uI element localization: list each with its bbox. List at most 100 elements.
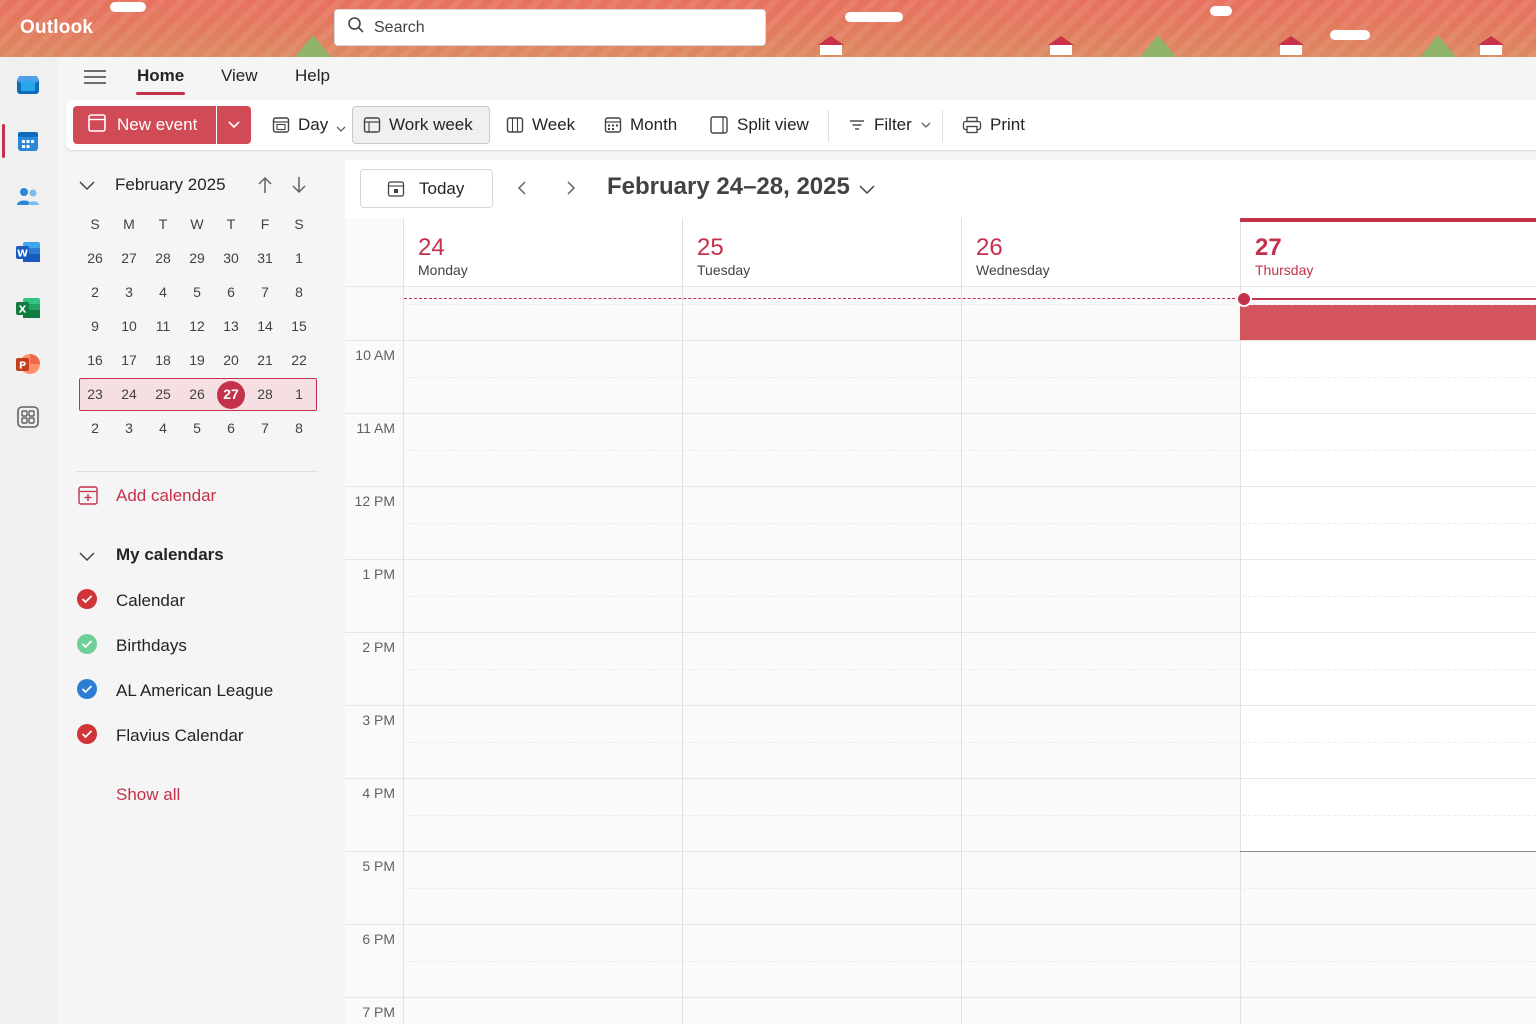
calendar-item-label[interactable]: Calendar — [116, 591, 185, 611]
mini-calendar-day[interactable]: 2 — [80, 415, 110, 441]
tab-help[interactable]: Help — [295, 66, 330, 86]
mini-calendar-day[interactable]: 12 — [182, 313, 212, 339]
mini-calendar-day[interactable]: 15 — [284, 313, 314, 339]
hour-gridline — [345, 705, 1536, 706]
calendar-checkbox[interactable] — [77, 589, 97, 609]
day-view-button[interactable]: Day — [262, 106, 338, 144]
checkmark-icon — [81, 595, 93, 604]
new-event-button[interactable]: New event — [73, 106, 216, 144]
month-view-button[interactable]: Month — [594, 106, 687, 144]
birthdays-checkbox[interactable] — [77, 634, 97, 654]
new-event-dropdown[interactable] — [217, 106, 251, 144]
mini-calendar-day[interactable]: 21 — [250, 347, 280, 373]
mini-calendar-day[interactable]: 11 — [148, 313, 178, 339]
mini-calendar-day[interactable]: 16 — [80, 347, 110, 373]
date-range-title[interactable]: February 24–28, 2025 — [607, 173, 850, 201]
next-week-chevron-icon[interactable] — [561, 178, 581, 198]
time-label: 10 AM — [355, 347, 395, 363]
day-header-thursday[interactable]: 27 Thursday — [1240, 218, 1536, 286]
mini-calendar-day[interactable]: 30 — [216, 245, 246, 271]
mini-calendar-day[interactable]: 19 — [182, 347, 212, 373]
mini-calendar-day[interactable]: 31 — [250, 245, 280, 271]
mini-calendar-day[interactable]: 28 — [148, 245, 178, 271]
work-week-view-button[interactable]: Work week — [352, 106, 490, 144]
mini-calendar-day[interactable]: 4 — [148, 279, 178, 305]
search-placeholder: Search — [374, 18, 425, 36]
mini-calendar-day[interactable]: 18 — [148, 347, 178, 373]
mini-calendar-day[interactable]: 13 — [216, 313, 246, 339]
mini-calendar-day[interactable]: 9 — [80, 313, 110, 339]
previous-week-chevron-icon[interactable] — [512, 178, 532, 198]
today-label: Today — [419, 178, 465, 198]
excel-app-icon[interactable]: X — [14, 294, 42, 322]
people-app-icon[interactable] — [14, 183, 42, 211]
calendar-event[interactable] — [1240, 305, 1536, 340]
header-decoration — [1478, 36, 1504, 55]
mini-calendar-day[interactable]: 6 — [216, 279, 246, 305]
mail-app-icon[interactable] — [14, 70, 42, 98]
previous-month-arrow-icon[interactable] — [257, 175, 273, 200]
mini-calendar-day[interactable]: 22 — [284, 347, 314, 373]
flavius-calendar-checkbox[interactable] — [77, 724, 97, 744]
mini-calendar-day[interactable]: 3 — [114, 279, 144, 305]
mini-calendar-day[interactable]: 5 — [182, 415, 212, 441]
birthdays-item-label[interactable]: Birthdays — [116, 636, 187, 656]
mini-calendar-day[interactable]: 5 — [182, 279, 212, 305]
mini-calendar-day[interactable]: 1 — [284, 245, 314, 271]
tab-view[interactable]: View — [221, 66, 258, 86]
mini-calendar-day[interactable]: 4 — [148, 415, 178, 441]
split-view-button[interactable]: Split view — [699, 106, 819, 144]
add-calendar-link[interactable]: Add calendar — [116, 486, 216, 506]
day-header-tuesday[interactable]: 25 Tuesday — [682, 218, 961, 286]
powerpoint-app-icon[interactable]: P — [14, 350, 42, 378]
mini-calendar-day[interactable]: 6 — [216, 415, 246, 441]
mini-calendar-today[interactable]: 27 — [216, 381, 246, 407]
mini-calendar-day[interactable]: 10 — [114, 313, 144, 339]
al-american-league-item-label[interactable]: AL American League — [116, 681, 273, 701]
mini-calendar-day[interactable]: 20 — [216, 347, 246, 373]
mini-calendar-title[interactable]: February 2025 — [115, 175, 226, 195]
filter-button[interactable]: Filter — [838, 106, 942, 144]
add-calendar-icon[interactable] — [77, 484, 99, 511]
mini-calendar-day[interactable]: 29 — [182, 245, 212, 271]
mini-calendar-day[interactable]: 26 — [182, 381, 212, 407]
mini-calendar-day[interactable]: 8 — [284, 279, 314, 305]
more-apps-icon[interactable] — [14, 403, 42, 431]
hamburger-menu-icon[interactable] — [83, 66, 107, 88]
header-decoration — [1048, 36, 1074, 55]
calendar-app-icon[interactable] — [14, 127, 42, 155]
mini-calendar-day[interactable]: 28 — [250, 381, 280, 407]
mini-calendar-day[interactable]: 3 — [114, 415, 144, 441]
tab-home[interactable]: Home — [137, 66, 184, 86]
mini-calendar-day[interactable]: 2 — [80, 279, 110, 305]
mini-calendar-day[interactable]: 25 — [148, 381, 178, 407]
collapse-my-calendars-icon[interactable] — [78, 549, 96, 567]
print-button[interactable]: Print — [952, 106, 1035, 144]
search-box[interactable]: Search — [334, 9, 766, 46]
mini-calendar-day[interactable]: 7 — [250, 415, 280, 441]
flavius-calendar-item-label[interactable]: Flavius Calendar — [116, 726, 244, 746]
mini-calendar-day[interactable]: 17 — [114, 347, 144, 373]
mini-calendar-day[interactable]: 23 — [80, 381, 110, 407]
mini-calendar-day[interactable]: 26 — [80, 245, 110, 271]
mini-calendar-day[interactable]: 14 — [250, 313, 280, 339]
sidebar-divider — [76, 471, 318, 472]
week-view-button[interactable]: Week — [496, 106, 585, 144]
day-number: 26 — [976, 234, 1003, 261]
mini-calendar-day[interactable]: 8 — [284, 415, 314, 441]
mini-calendar-day[interactable]: 24 — [114, 381, 144, 407]
day-header-monday[interactable]: 24 Monday — [403, 218, 682, 286]
collapse-mini-calendar-icon[interactable] — [78, 178, 96, 196]
mini-calendar-day[interactable]: 1 — [284, 381, 314, 407]
day-view-chevron-icon[interactable] — [335, 120, 347, 138]
day-header-wednesday[interactable]: 26 Wednesday — [961, 218, 1240, 286]
date-range-chevron-icon[interactable] — [858, 182, 876, 200]
next-month-arrow-icon[interactable] — [291, 175, 307, 200]
word-app-icon[interactable]: W — [14, 238, 42, 266]
mini-calendar-day[interactable]: 27 — [114, 245, 144, 271]
show-all-link[interactable]: Show all — [116, 785, 180, 805]
my-calendars-heading[interactable]: My calendars — [116, 545, 224, 565]
mini-calendar-day[interactable]: 7 — [250, 279, 280, 305]
al-american-league-checkbox[interactable] — [77, 679, 97, 699]
today-button[interactable]: Today — [360, 169, 493, 208]
